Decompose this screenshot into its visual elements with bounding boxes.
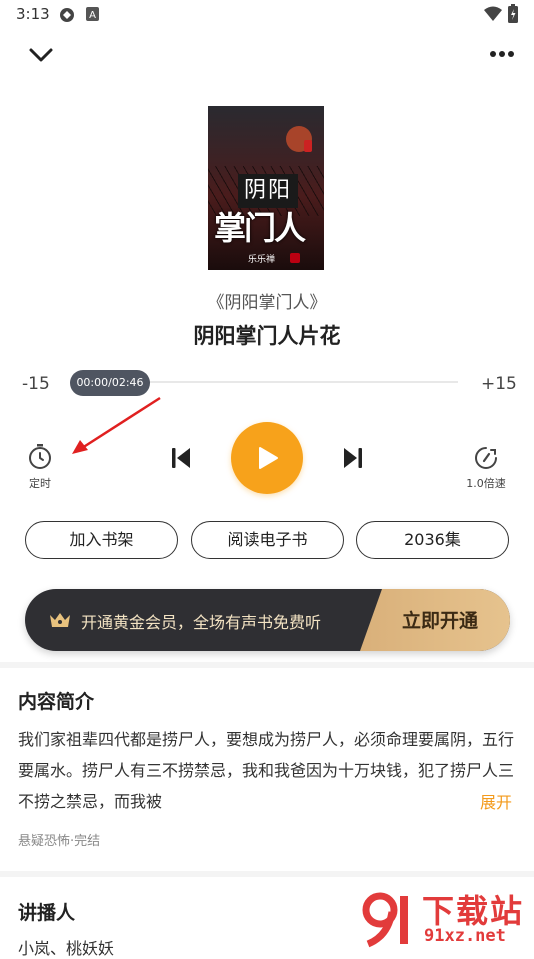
status-time: 3:13	[16, 5, 50, 23]
episode-title: 阴阳掌门人片花	[193, 324, 341, 348]
vip-open-button[interactable]: 立即开通	[402, 606, 478, 633]
book-cover: 阴阳 掌门人 乐乐禅	[208, 106, 324, 270]
section-divider	[0, 871, 534, 877]
wifi-icon	[484, 6, 502, 21]
cover-author: 乐乐禅	[248, 255, 276, 265]
watermark-logo-icon	[362, 892, 408, 948]
forward-15-button[interactable]: +15	[481, 374, 517, 394]
tags-text: 悬疑恐怖·完结	[18, 834, 101, 849]
svg-text:A: A	[89, 10, 96, 21]
speed-icon	[475, 447, 497, 469]
rewind-15-button[interactable]: -15	[22, 374, 50, 394]
watermark-url: 91xz.net	[424, 926, 506, 946]
cover-lantern	[304, 140, 312, 152]
add-to-shelf-button[interactable]: 加入书架	[25, 521, 178, 559]
vip-promo-text: 开通黄金会员，全场有声书免费听	[81, 613, 322, 632]
play-icon	[259, 447, 278, 469]
expand-link[interactable]: 展开	[480, 789, 512, 813]
timer-icon	[29, 444, 51, 469]
annotation-arrow-icon	[72, 396, 161, 454]
crown-icon	[50, 613, 70, 627]
narrator-heading: 讲播人	[18, 902, 76, 924]
speed-button[interactable]: 1.0倍速	[456, 444, 516, 492]
progress-thumb-time[interactable]: 00:00/02:46	[70, 370, 150, 396]
more-dots-icon[interactable]	[488, 46, 516, 62]
intro-heading: 内容简介	[18, 691, 95, 713]
skip-previous-icon[interactable]	[169, 446, 193, 470]
status-bar: 3:13 A	[0, 0, 534, 30]
speed-label: 1.0倍速	[466, 477, 506, 490]
chevron-down-icon[interactable]	[26, 42, 56, 68]
intro-text: 我们家祖辈四代都是捞尸人，要想成为捞尸人，必须命理要属阴，五行要属水。捞尸人有三…	[18, 730, 515, 811]
vip-banner[interactable]: 开通黄金会员，全场有声书免费听 立即开通	[25, 589, 510, 651]
skip-next-icon[interactable]	[341, 446, 365, 470]
episodes-button[interactable]: 2036集	[356, 521, 509, 559]
cover-title-bottom: 掌门人	[214, 209, 306, 247]
timer-label: 定时	[29, 477, 51, 490]
sync-icon	[60, 8, 74, 22]
book-name: 《阴阳掌门人》	[207, 293, 327, 313]
play-button[interactable]	[231, 422, 303, 494]
cover-seal	[290, 253, 300, 263]
narrator-names: 小岚、桃妖妖	[18, 939, 115, 958]
section-divider	[0, 662, 534, 668]
battery-icon	[508, 4, 518, 23]
site-watermark: 下载站 91xz.net	[358, 886, 530, 950]
read-ebook-button[interactable]: 阅读电子书	[191, 521, 344, 559]
cover-title-top: 阴阳	[238, 174, 298, 208]
app-notification-icon: A	[86, 7, 99, 21]
